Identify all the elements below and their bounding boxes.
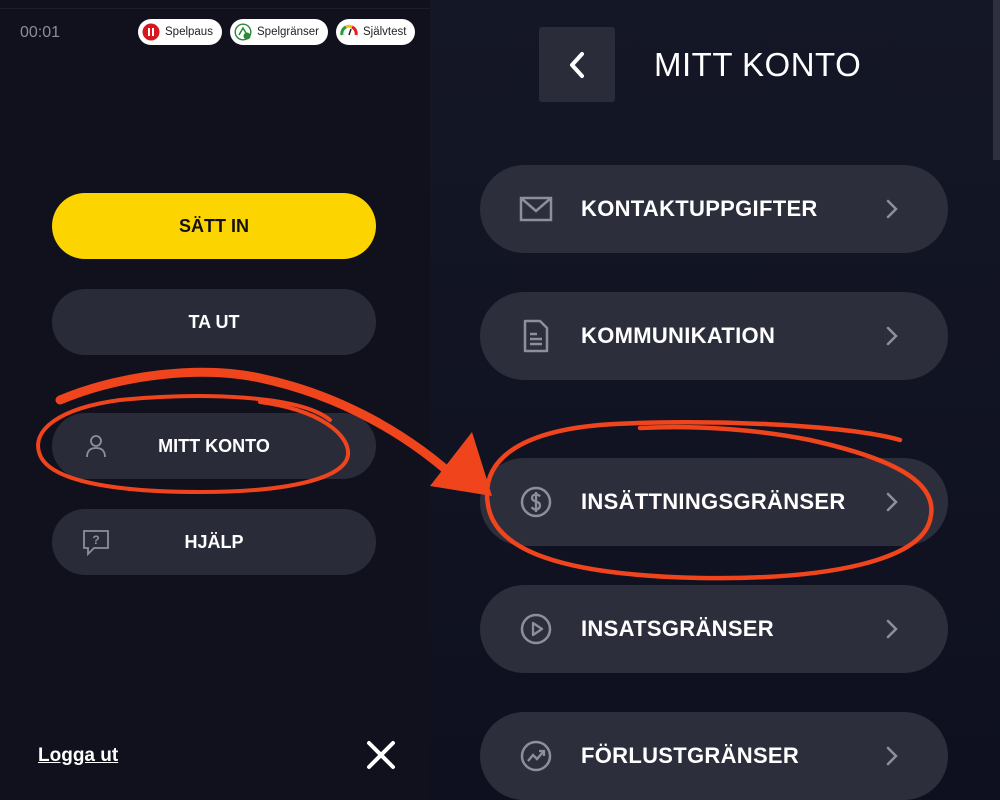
withdraw-label: TA UT (188, 311, 240, 332)
gauge-icon (340, 24, 358, 36)
my-account-label: MITT KONTO (158, 435, 270, 456)
menu-item-label: FÖRLUSTGRÄNSER (581, 743, 800, 768)
svg-text:?: ? (92, 533, 99, 547)
spelpaus-label: Spelpaus (165, 26, 213, 38)
deposit-button[interactable]: SÄTT IN (52, 193, 376, 259)
user-icon (86, 435, 106, 458)
menu-item-label: INSATSGRÄNSER (581, 616, 774, 641)
dollar-icon (520, 486, 552, 518)
menu-item-label: KONTAKTUPPGIFTER (581, 196, 818, 221)
help-icon: ? (83, 530, 109, 556)
spelpaus-button[interactable]: Spelpaus (138, 19, 222, 45)
help-label: HJÄLP (184, 531, 244, 552)
mail-icon (519, 196, 553, 222)
chevron-right-icon (886, 492, 898, 512)
side-menu: 00:01 Spelpaus Spelgränser Självtest SÄT… (0, 0, 430, 800)
deposit-label: SÄTT IN (179, 215, 249, 236)
chevron-left-icon (570, 51, 584, 78)
page-title: MITT KONTO (654, 46, 862, 83)
menu-item-insattningsgranser[interactable]: INSÄTTNINGSGRÄNSER (480, 458, 948, 546)
sjalvtest-button[interactable]: Självtest (336, 19, 416, 45)
chevron-right-icon (886, 199, 898, 219)
sjalvtest-label: Självtest (363, 26, 407, 38)
menu-item-kontaktuppgifter[interactable]: KONTAKTUPPGIFTER (480, 165, 948, 253)
menu-item-forlustgranser[interactable]: FÖRLUSTGRÄNSER (480, 712, 948, 800)
back-button[interactable] (539, 27, 615, 102)
scrollbar[interactable] (993, 0, 1000, 160)
menu-item-label: KOMMUNIKATION (581, 323, 776, 348)
trend-icon (520, 740, 552, 772)
help-button[interactable]: ? HJÄLP (52, 509, 376, 575)
document-icon (523, 319, 549, 353)
chevron-right-icon (886, 619, 898, 639)
spelgranser-label: Spelgränser (257, 26, 320, 38)
chevron-right-icon (886, 326, 898, 346)
play-icon (520, 613, 552, 645)
close-icon[interactable] (364, 738, 398, 772)
logout-link[interactable]: Logga ut (38, 745, 118, 767)
menu-item-kommunikation[interactable]: KOMMUNIKATION (480, 292, 948, 380)
my-account-button[interactable]: MITT KONTO (52, 413, 376, 479)
divider (0, 8, 430, 9)
limits-icon (234, 23, 252, 41)
withdraw-button[interactable]: TA UT (52, 289, 376, 355)
pause-icon (142, 23, 160, 41)
spelgranser-button[interactable]: Spelgränser (230, 19, 329, 45)
chevron-right-icon (886, 746, 898, 766)
menu-item-label: INSÄTTNINGSGRÄNSER (581, 489, 846, 514)
session-timer: 00:01 (20, 24, 61, 41)
account-panel (430, 0, 1000, 800)
menu-item-insatsgranser[interactable]: INSATSGRÄNSER (480, 585, 948, 673)
